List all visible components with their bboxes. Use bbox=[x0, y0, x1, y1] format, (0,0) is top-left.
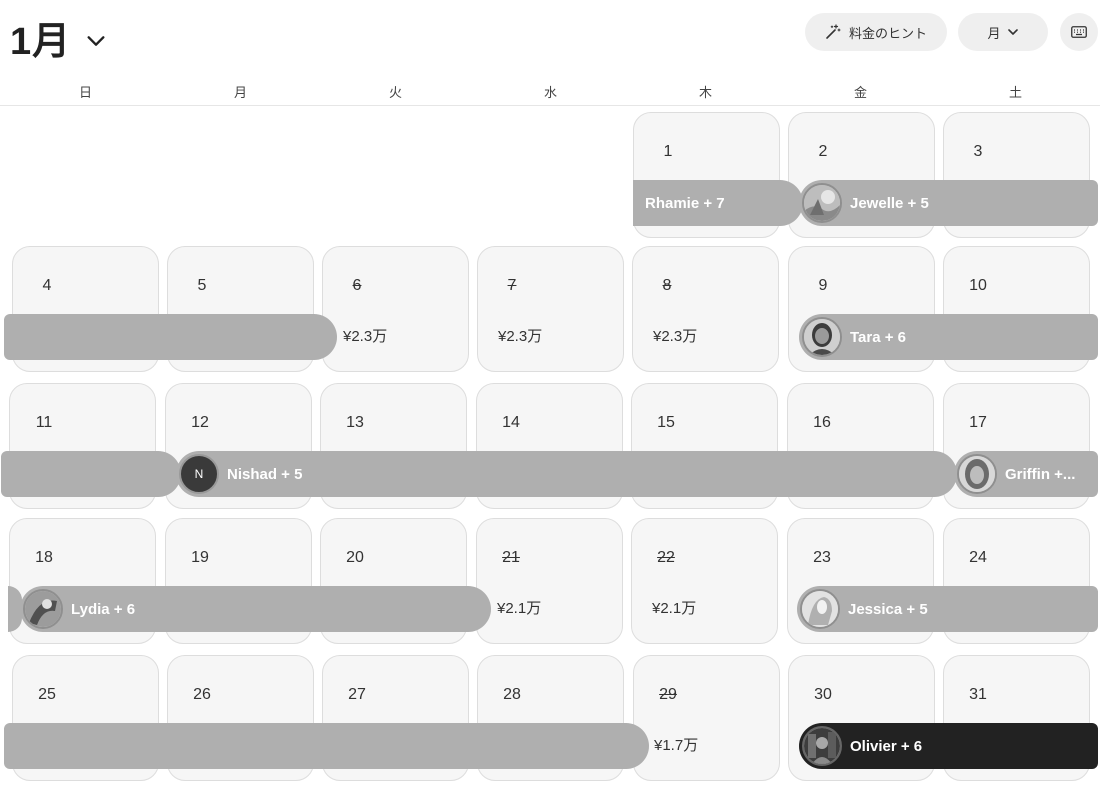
day-number: 25 bbox=[38, 686, 56, 703]
guest-avatar bbox=[802, 726, 842, 766]
chevron-down-icon bbox=[87, 35, 105, 46]
day-number: 18 bbox=[35, 549, 53, 566]
weekday-sun: 日 bbox=[78, 85, 92, 100]
reservation-bar-unnamed[interactable] bbox=[4, 314, 337, 360]
day-number: 9 bbox=[818, 277, 828, 294]
day-number: 20 bbox=[346, 549, 364, 566]
weekday-mon: 月 bbox=[233, 85, 247, 100]
day-number: 3 bbox=[973, 143, 983, 160]
guest-avatar: N bbox=[179, 454, 219, 494]
day-number: 6 bbox=[352, 277, 362, 294]
day-number: 2 bbox=[818, 143, 828, 160]
guest-label: Jewelle + 5 bbox=[850, 194, 929, 212]
weekday-thu: 木 bbox=[698, 85, 712, 100]
price-hint-button[interactable]: 料金のヒント bbox=[805, 13, 947, 51]
guest-label: Jessica + 5 bbox=[848, 600, 928, 618]
day-number: 21 bbox=[502, 549, 520, 566]
magic-wand-icon bbox=[826, 24, 841, 39]
month-selector[interactable]: 1月 bbox=[10, 10, 107, 65]
day-cell[interactable]: 29 ¥1.7万 bbox=[633, 655, 780, 781]
day-cell[interactable]: 8 ¥2.3万 bbox=[632, 246, 779, 372]
guest-label: Griffin +... bbox=[1005, 465, 1076, 483]
chevron-down-icon bbox=[1007, 29, 1018, 35]
day-number: 7 bbox=[507, 277, 517, 294]
day-number: 16 bbox=[813, 414, 831, 431]
weekday-header-row: 日 月 火 水 木 金 土 bbox=[0, 78, 1100, 106]
day-number: 19 bbox=[191, 549, 209, 566]
day-number: 29 bbox=[659, 686, 677, 703]
weekday-sat: 土 bbox=[1008, 85, 1022, 100]
day-cell[interactable]: 21 ¥2.1万 bbox=[476, 518, 623, 644]
day-number: 27 bbox=[348, 686, 366, 703]
day-number: 1 bbox=[663, 143, 673, 160]
day-number: 23 bbox=[813, 549, 831, 566]
day-number: 24 bbox=[969, 549, 987, 566]
guest-avatar bbox=[802, 317, 842, 357]
day-number: 15 bbox=[657, 414, 675, 431]
day-number: 17 bbox=[969, 414, 987, 431]
guest-label: Lydia + 6 bbox=[71, 600, 136, 618]
reservation-bar-griffin[interactable]: Griffin +... bbox=[954, 451, 1098, 497]
view-label: 月 bbox=[987, 25, 1001, 41]
reservation-bar-tara[interactable]: Tara + 6 bbox=[799, 314, 1098, 360]
day-number: 5 bbox=[197, 277, 207, 294]
calendar-header: 1月 料金のヒント 月 bbox=[0, 0, 1100, 66]
reservation-bar-unnamed[interactable] bbox=[1, 451, 181, 497]
day-number: 13 bbox=[346, 414, 364, 431]
weekday-wed: 水 bbox=[543, 85, 557, 100]
day-number: 31 bbox=[969, 686, 987, 703]
day-number: 8 bbox=[662, 277, 672, 294]
keyboard-shortcuts-button[interactable] bbox=[1060, 13, 1098, 51]
day-number: 30 bbox=[814, 686, 832, 703]
nightly-price: ¥2.3万 bbox=[653, 328, 698, 345]
guest-avatar bbox=[957, 454, 997, 494]
guest-label: Tara + 6 bbox=[850, 328, 907, 346]
weekday-fri: 金 bbox=[853, 85, 867, 100]
nightly-price: ¥2.1万 bbox=[652, 600, 697, 617]
nightly-price: ¥2.1万 bbox=[497, 600, 542, 617]
guest-label: Rhamie + 7 bbox=[645, 194, 725, 212]
weekday-tue: 火 bbox=[388, 85, 402, 100]
reservation-bar-nishad[interactable]: N Nishad + 5 bbox=[176, 451, 957, 497]
day-cell[interactable]: 22 ¥2.1万 bbox=[631, 518, 778, 644]
day-number: 28 bbox=[503, 686, 521, 703]
reservation-bar-jewelle[interactable]: Jewelle + 5 bbox=[799, 180, 1098, 226]
nightly-price: ¥2.3万 bbox=[498, 328, 543, 345]
day-number: 10 bbox=[969, 277, 987, 294]
day-number: 22 bbox=[657, 549, 675, 566]
guest-avatar bbox=[802, 183, 842, 223]
reservation-bar-jessica[interactable]: Jessica + 5 bbox=[797, 586, 1098, 632]
day-number: 14 bbox=[502, 414, 520, 431]
keyboard-icon bbox=[1071, 26, 1087, 38]
month-title: 1月 bbox=[10, 21, 72, 63]
price-hint-label: 料金のヒント bbox=[848, 25, 927, 41]
nightly-price: ¥2.3万 bbox=[343, 328, 388, 345]
reservation-bar-lydia[interactable]: Lydia + 6 bbox=[20, 586, 491, 632]
day-number: 12 bbox=[191, 414, 209, 431]
nightly-price: ¥1.7万 bbox=[654, 737, 699, 754]
guest-avatar bbox=[23, 589, 63, 629]
day-cell[interactable]: 7 ¥2.3万 bbox=[477, 246, 624, 372]
day-number: 26 bbox=[193, 686, 211, 703]
day-number: 11 bbox=[35, 414, 53, 431]
view-selector-button[interactable]: 月 bbox=[958, 13, 1048, 51]
reservation-bar-olivier[interactable]: Olivier + 6 bbox=[799, 723, 1098, 769]
guest-avatar bbox=[800, 589, 840, 629]
guest-label: Olivier + 6 bbox=[850, 737, 923, 755]
reservation-bar-rhamie[interactable]: Rhamie + 7 bbox=[633, 180, 803, 226]
guest-label: Nishad + 5 bbox=[227, 465, 303, 483]
reservation-bar-unnamed[interactable] bbox=[4, 723, 649, 769]
day-number: 4 bbox=[42, 277, 52, 294]
day-cell[interactable]: 6 ¥2.3万 bbox=[322, 246, 469, 372]
